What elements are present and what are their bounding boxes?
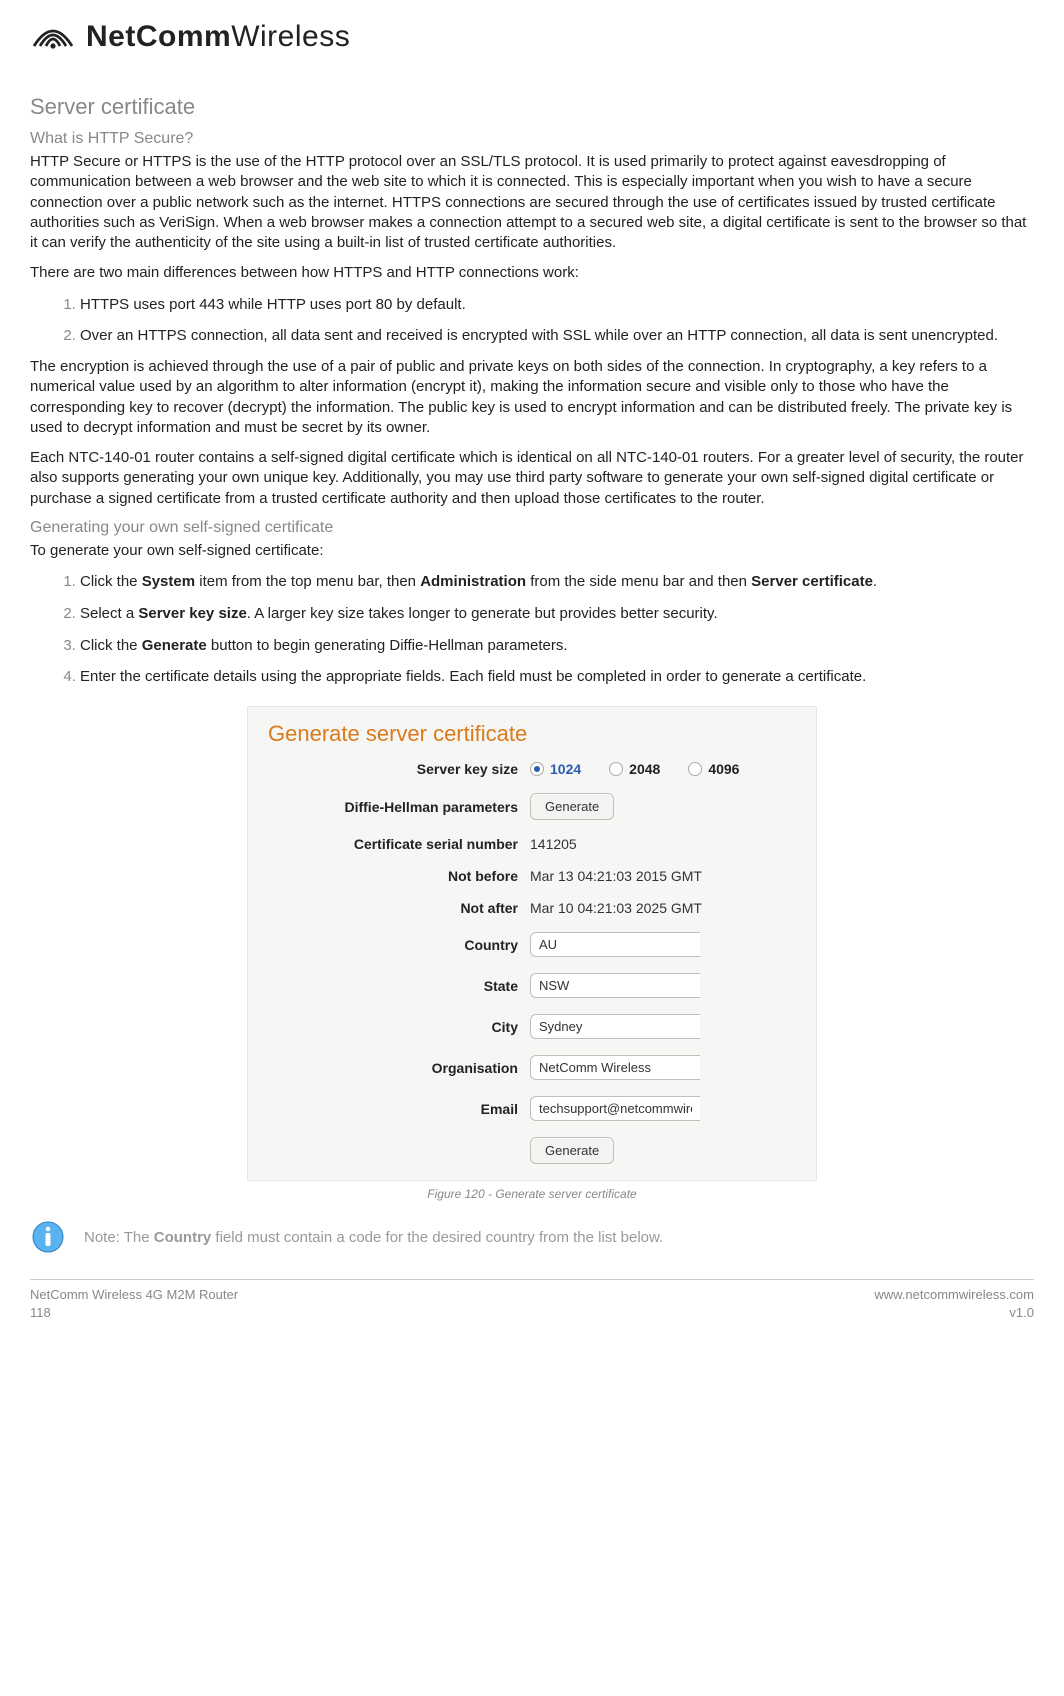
- figure-caption: Figure 120 - Generate server certificate: [30, 1187, 1034, 1201]
- brand-name: NetCommWireless: [86, 20, 350, 54]
- page-footer: NetComm Wireless 4G M2M Router 118 www.n…: [30, 1286, 1034, 1322]
- generate-cert-form: Generate server certificate Server key s…: [247, 706, 817, 1181]
- page-title: Server certificate: [30, 94, 1034, 120]
- field-label-city: City: [268, 1019, 518, 1035]
- list-item: Enter the certificate details using the …: [80, 666, 1034, 688]
- field-value-notbefore: Mar 13 04:21:03 2015 GMT: [530, 868, 702, 884]
- differences-list: HTTPS uses port 443 while HTTP uses port…: [30, 294, 1034, 348]
- body-paragraph: HTTP Secure or HTTPS is the use of the H…: [30, 152, 1034, 253]
- steps-list: Click the System item from the top menu …: [30, 571, 1034, 688]
- body-paragraph: Each NTC-140-01 router contains a self-s…: [30, 448, 1034, 509]
- field-label-notbefore: Not before: [268, 868, 518, 884]
- list-item: HTTPS uses port 443 while HTTP uses port…: [80, 294, 1034, 316]
- field-label-serial: Certificate serial number: [268, 836, 518, 852]
- form-title: Generate server certificate: [268, 721, 796, 747]
- generate-cert-button[interactable]: Generate: [530, 1137, 614, 1164]
- section-heading-generate-cert: Generating your own self-signed certific…: [30, 519, 1034, 537]
- field-label-notafter: Not after: [268, 900, 518, 916]
- list-item: Click the System item from the top menu …: [80, 571, 1034, 593]
- field-label-country: Country: [268, 937, 518, 953]
- list-item: Select a Server key size. A larger key s…: [80, 603, 1034, 625]
- city-input[interactable]: [530, 1014, 700, 1039]
- footer-page-number: 118: [30, 1304, 238, 1322]
- field-label-dh: Diffie-Hellman parameters: [268, 799, 518, 815]
- field-label-state: State: [268, 978, 518, 994]
- country-input[interactable]: [530, 932, 700, 957]
- section-heading-http-secure: What is HTTP Secure?: [30, 130, 1034, 148]
- state-input[interactable]: [530, 973, 700, 998]
- field-value-notafter: Mar 10 04:21:03 2025 GMT: [530, 900, 702, 916]
- footer-divider: [30, 1279, 1034, 1280]
- list-item: Click the Generate button to begin gener…: [80, 635, 1034, 657]
- note-text: Note: The Country field must contain a c…: [84, 1229, 663, 1246]
- generate-dh-button[interactable]: Generate: [530, 793, 614, 820]
- brand-logo: NetCommWireless: [30, 20, 1034, 54]
- radio-keysize-4096[interactable]: 4096: [688, 761, 739, 777]
- radio-keysize-2048[interactable]: 2048: [609, 761, 660, 777]
- wireless-signal-icon: [30, 22, 76, 52]
- field-label-org: Organisation: [268, 1060, 518, 1076]
- list-item: Over an HTTPS connection, all data sent …: [80, 325, 1034, 347]
- organisation-input[interactable]: [530, 1055, 700, 1080]
- body-paragraph: The encryption is achieved through the u…: [30, 357, 1034, 438]
- footer-version: v1.0: [874, 1304, 1034, 1322]
- footer-product: NetComm Wireless 4G M2M Router: [30, 1286, 238, 1304]
- body-paragraph: To generate your own self-signed certifi…: [30, 541, 1034, 561]
- info-icon: [30, 1219, 66, 1255]
- field-label-keysize: Server key size: [268, 761, 518, 777]
- field-label-email: Email: [268, 1101, 518, 1117]
- radio-keysize-1024[interactable]: 1024: [530, 761, 581, 777]
- body-paragraph: There are two main differences between h…: [30, 263, 1034, 283]
- email-input[interactable]: [530, 1096, 700, 1121]
- field-value-serial: 141205: [530, 836, 577, 852]
- footer-url: www.netcommwireless.com: [874, 1286, 1034, 1304]
